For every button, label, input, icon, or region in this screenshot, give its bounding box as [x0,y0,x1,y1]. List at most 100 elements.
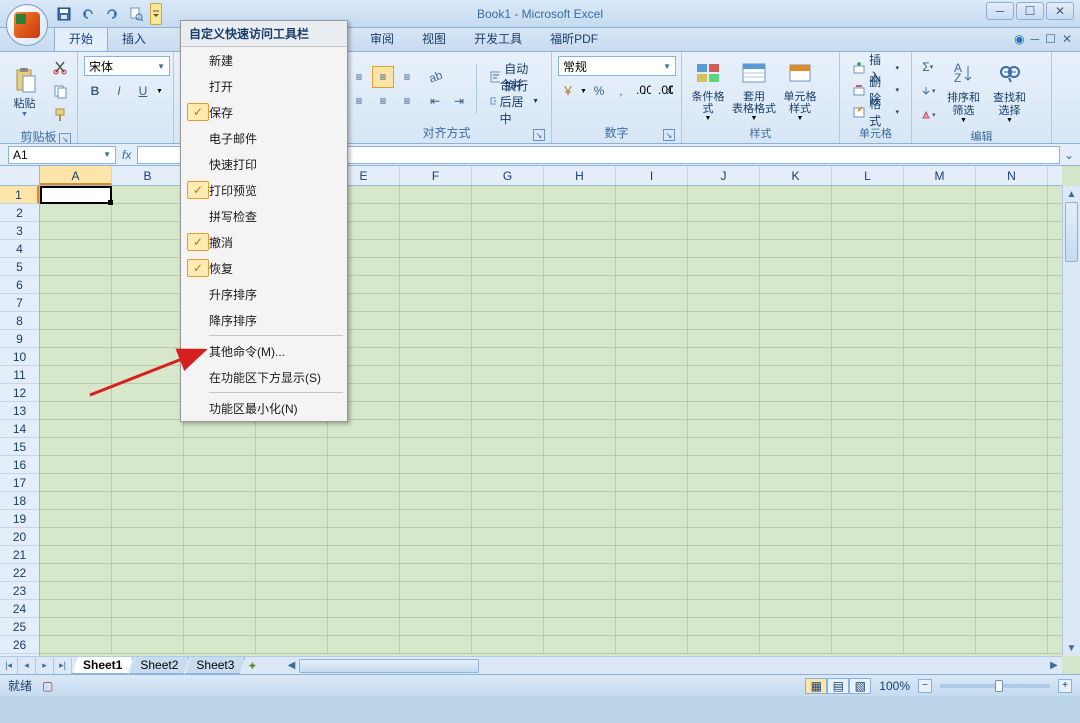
clear-icon[interactable]: ▾ [918,104,938,126]
column-header[interactable]: B [112,166,184,185]
qat-menu-item[interactable]: 升序排序 [181,281,347,307]
row-header[interactable]: 23 [0,582,39,600]
align-bottom-icon[interactable]: ≡ [396,66,418,88]
bold-button[interactable]: B [84,80,106,102]
macro-record-icon[interactable]: ▢ [42,679,53,693]
formula-expand-button[interactable]: ⌄ [1062,148,1076,162]
align-top-icon[interactable]: ≡ [348,66,370,88]
scroll-up-button[interactable]: ▲ [1063,186,1080,202]
row-header[interactable]: 24 [0,600,39,618]
page-break-view-button[interactable]: ▧ [849,678,871,694]
qat-menu-item[interactable]: 电子邮件 [181,125,347,151]
tab-insert[interactable]: 插入 [108,26,160,51]
scroll-left-button[interactable]: ◀ [283,658,299,674]
sheet-nav-last[interactable]: ▸| [54,658,72,674]
qat-menu-minimize-ribbon[interactable]: 功能区最小化(N) [181,395,347,421]
print-preview-icon[interactable] [126,4,146,24]
sheet-tab-3[interactable]: Sheet3 [185,657,245,674]
find-select-button[interactable]: 查找和 选择▼ [990,58,1030,124]
row-header[interactable]: 5 [0,258,39,276]
qat-menu-item[interactable]: 快速打印 [181,151,347,177]
sheet-nav-prev[interactable]: ◂ [18,658,36,674]
zoom-slider[interactable] [940,684,1050,688]
cell-styles-button[interactable]: 单元格 样式▼ [780,57,820,123]
tab-review[interactable]: 审阅 [356,26,408,51]
table-format-button[interactable]: 套用 表格格式▼ [734,57,774,123]
row-header[interactable]: 22 [0,564,39,582]
save-icon[interactable] [54,4,74,24]
accounting-format-icon[interactable]: ￥ [558,80,578,102]
qat-menu-show-below[interactable]: 在功能区下方显示(S) [181,364,347,390]
comma-format-icon[interactable]: , [611,80,631,102]
italic-button[interactable]: I [108,80,130,102]
copy-icon[interactable] [49,80,71,102]
redo-icon[interactable] [102,4,122,24]
row-header[interactable]: 14 [0,420,39,438]
qat-menu-item[interactable]: ✓打印预览 [181,177,347,203]
tab-developer[interactable]: 开发工具 [460,26,536,51]
qat-menu-item[interactable]: 拼写检查 [181,203,347,229]
row-header[interactable]: 18 [0,492,39,510]
close-button[interactable]: ✕ [1046,2,1074,20]
row-header[interactable]: 25 [0,618,39,636]
row-header[interactable]: 1 [0,186,39,204]
increase-indent-icon[interactable]: ⇥ [448,90,470,112]
alignment-launcher[interactable]: ↘ [533,129,545,141]
active-cell[interactable] [40,186,112,204]
name-box[interactable]: A1▼ [8,146,116,164]
qat-menu-more-commands[interactable]: 其他命令(M)... [181,338,347,364]
row-header[interactable]: 11 [0,366,39,384]
hscroll-thumb[interactable] [299,659,479,673]
row-header[interactable]: 20 [0,528,39,546]
fx-button[interactable]: fx [122,148,131,162]
align-middle-icon[interactable]: ≡ [372,66,394,88]
row-header[interactable]: 15 [0,438,39,456]
scroll-right-button[interactable]: ▶ [1046,658,1062,674]
number-launcher[interactable]: ↘ [663,129,675,141]
sheet-tab-1[interactable]: Sheet1 [72,657,133,674]
vertical-scrollbar[interactable]: ▲ ▼ [1062,186,1080,656]
number-format-combo[interactable]: 常规▼ [558,56,676,76]
column-header[interactable]: K [760,166,832,185]
qat-customize-button[interactable] [150,3,162,25]
ribbon-restore-button[interactable]: ☐ [1045,32,1056,46]
align-right-icon[interactable]: ≡ [396,90,418,112]
align-center-icon[interactable]: ≡ [372,90,394,112]
column-header[interactable]: G [472,166,544,185]
tab-view[interactable]: 视图 [408,26,460,51]
conditional-format-button[interactable]: 条件格式▼ [688,57,728,123]
row-header[interactable]: 7 [0,294,39,312]
column-header[interactable]: J [688,166,760,185]
office-button[interactable] [6,4,48,46]
help-icon[interactable]: ◉ [1014,32,1024,46]
select-all-corner[interactable] [0,166,40,186]
vscroll-thumb[interactable] [1065,202,1078,262]
row-header[interactable]: 21 [0,546,39,564]
row-header[interactable]: 3 [0,222,39,240]
paste-button[interactable]: 粘贴 ▼ [6,58,43,124]
sort-filter-button[interactable]: AZ 排序和 筛选▼ [944,58,984,124]
underline-button[interactable]: U [132,80,154,102]
zoom-level[interactable]: 100% [879,679,910,693]
column-header[interactable]: M [904,166,976,185]
format-painter-icon[interactable] [49,104,71,126]
percent-format-icon[interactable]: % [589,80,609,102]
undo-icon[interactable] [78,4,98,24]
sheet-tab-2[interactable]: Sheet2 [129,657,189,674]
ribbon-minimize-button[interactable]: ─ [1031,32,1040,46]
sheet-nav-first[interactable]: |◂ [0,658,18,674]
new-sheet-button[interactable]: ✦ [241,659,263,673]
row-header[interactable]: 12 [0,384,39,402]
maximize-button[interactable]: ☐ [1016,2,1044,20]
decrease-indent-icon[interactable]: ⇤ [424,90,446,112]
qat-menu-item[interactable]: 新建 [181,47,347,73]
sheet-nav-next[interactable]: ▸ [36,658,54,674]
tab-home[interactable]: 开始 [54,25,108,51]
merge-center-button[interactable]: 合并后居中▼ [483,90,545,112]
row-header[interactable]: 10 [0,348,39,366]
row-header[interactable]: 2 [0,204,39,222]
column-header[interactable]: A [40,166,112,185]
qat-menu-item[interactable]: ✓撤消 [181,229,347,255]
orientation-icon[interactable]: ab [424,66,446,88]
qat-menu-item[interactable]: ✓恢复 [181,255,347,281]
